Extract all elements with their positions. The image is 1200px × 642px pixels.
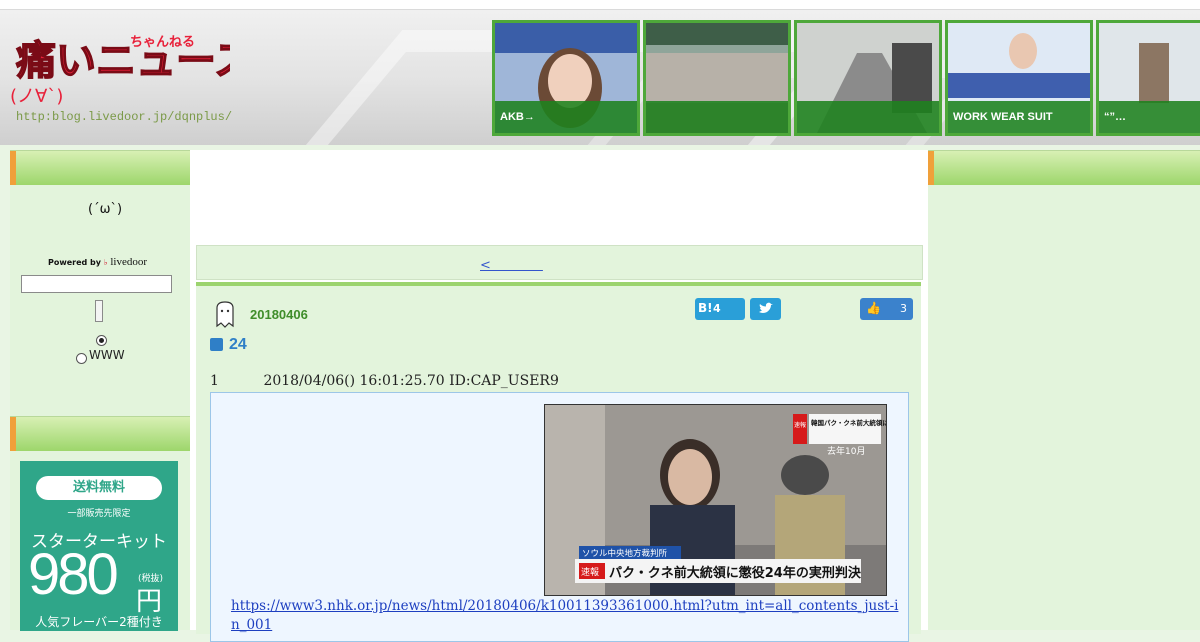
logo-main-text: 痛いニュース [16, 38, 230, 84]
sidebar-ad-banner[interactable]: 送料無料 一部販売先限定 スターターキット 980 (税抜) 円 人気フレーバー… [20, 461, 178, 631]
arrow-right-icon [210, 338, 223, 352]
image-headline-top: 韓国パク・クネ前大統領に懲役24年の実刑判決 [811, 418, 886, 427]
ad-price: 980 [28, 542, 119, 607]
image-place: ソウル中央地方裁判所 [582, 548, 668, 559]
ghost-icon [216, 301, 234, 328]
thumbnail-caption: WORK WEAR SUIT [948, 101, 1090, 133]
right-sidebar-header [928, 150, 1200, 185]
powered-by-text: Powered by [48, 258, 101, 267]
image-badge-top: 速報 [794, 422, 806, 429]
radio-www[interactable] [76, 353, 87, 364]
site-header: 痛いニュース ちゃんねる (ノ∀`) http:blog.livedoor.jp… [0, 0, 1200, 145]
source-url-link[interactable]: https://www3.nhk.or.jp/news/html/2018040… [231, 597, 901, 635]
sidebar-face: (´ω`) [88, 202, 123, 217]
livedoor-text: livedoor [110, 256, 148, 268]
right-sidebar [928, 150, 1200, 630]
radio-www-label: WWW [89, 348, 125, 362]
sidebar-section-header [10, 150, 190, 185]
tweet-button[interactable] [750, 298, 781, 320]
image-time-label: 去年10月 [827, 445, 865, 457]
header-thumbnail-1[interactable]: AKB→ [492, 20, 640, 136]
post-number: 1 [210, 373, 219, 389]
prev-post-link[interactable]: < [480, 254, 543, 273]
livedoor-logo-icon: ♭ [103, 258, 108, 267]
post-navigation: < [196, 245, 923, 280]
header-thumbnail-4[interactable]: WORK WEAR SUIT [945, 20, 1093, 136]
thumbs-up-icon: 👍 [866, 301, 881, 315]
thumbnail-caption: “”… [1099, 101, 1200, 133]
article: 20180406 B! 4 👍 3 24 1 2018/04/06() 16:0… [196, 282, 921, 642]
post-header: 1 2018/04/06() 16:01:25.70 ID:CAP_USER9 [210, 373, 559, 389]
article-title-text: 24 [229, 336, 247, 353]
logo-url: http:blog.livedoor.jp/dqnplus/ [16, 110, 233, 124]
hatena-count: 4 [713, 302, 721, 315]
post-body: 速報 韓国パク・クネ前大統領に懲役24年の実刑判決 去年10月 ソウル中央地方裁… [210, 392, 909, 642]
hatena-bookmark-button[interactable]: B! 4 [695, 298, 745, 320]
left-sidebar: (´ω`) Powered by ♭ livedoor WWW 送料無料 一部販… [10, 150, 191, 631]
sidebar-section-header-2 [10, 416, 190, 451]
header-topbar [0, 0, 1200, 10]
search-button[interactable] [95, 300, 103, 322]
thumbnail-caption: AKB→ [495, 101, 637, 133]
powered-by-label: Powered by ♭ livedoor [48, 256, 147, 268]
ad-limited: 一部販売先限定 [67, 509, 131, 519]
radio-blog[interactable] [96, 335, 107, 346]
image-headline: パク・クネ前大統領に懲役24年の実刑判決 [609, 565, 862, 581]
article-date: 20180406 [250, 307, 308, 322]
facebook-like-button[interactable]: 👍 3 [860, 298, 913, 320]
like-count: 3 [900, 302, 907, 315]
thumbnail-caption [646, 101, 788, 133]
header-thumbnail-2[interactable] [643, 20, 791, 136]
header-thumbnail-3[interactable] [794, 20, 942, 136]
article-title[interactable]: 24 [210, 336, 247, 354]
logo-face-text: (ノ∀`) [10, 86, 63, 107]
twitter-bird-icon [759, 302, 773, 313]
header-thumbnail-5[interactable]: “”… [1096, 20, 1200, 136]
search-input[interactable] [21, 275, 172, 293]
image-badge: 速報 [581, 567, 599, 578]
logo-sub-text: ちゃんねる [130, 35, 195, 50]
thumbnail-caption [797, 101, 939, 133]
news-screenshot[interactable]: 速報 韓国パク・クネ前大統領に懲役24年の実刑判決 去年10月 ソウル中央地方裁… [544, 404, 887, 596]
logo-lettering: 痛いニュース ちゃんねる (ノ∀`) [10, 35, 255, 107]
ad-free-shipping: 送料無料 [36, 476, 162, 500]
hatena-b-icon: B! [698, 301, 713, 315]
post-meta: 2018/04/06() 16:01:25.70 ID:CAP_USER9 [263, 373, 559, 389]
news-screenshot-image: 速報 韓国パク・クネ前大統領に懲役24年の実刑判決 去年10月 ソウル中央地方裁… [545, 405, 886, 595]
ad-flavor: 人気フレーバー2種付き [35, 615, 163, 629]
